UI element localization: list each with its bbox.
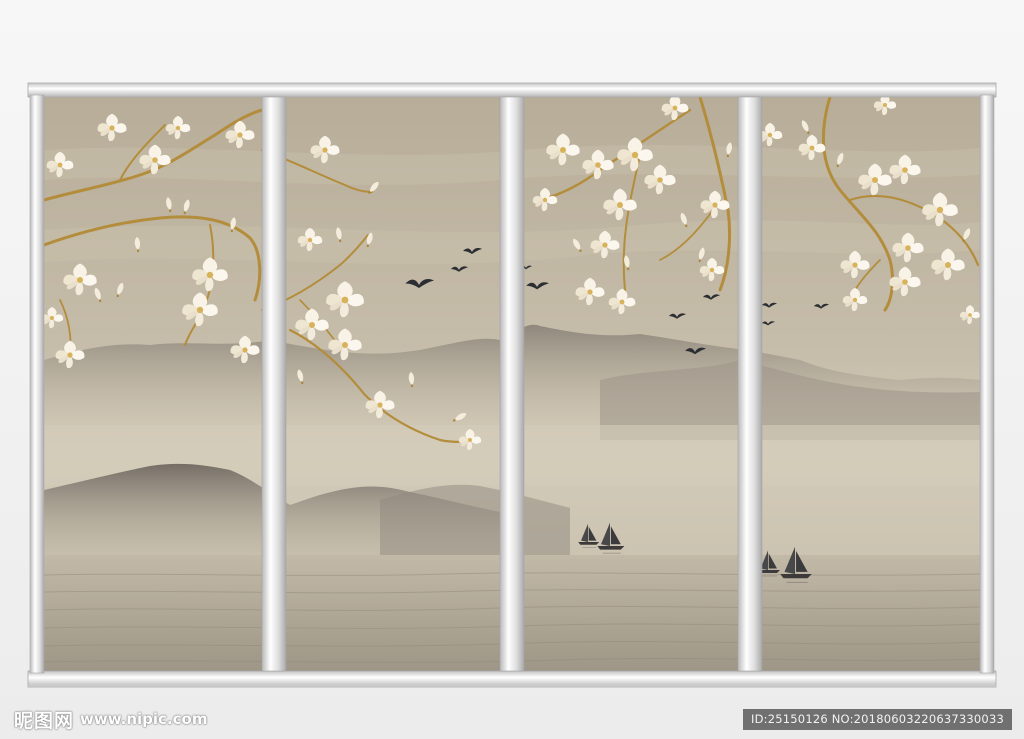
image-id-label: ID:25150126 NO:20180603220637330033 [743,709,1012,730]
window-mural-artwork [27,82,997,688]
watermark-url: www.nipic.com [80,710,208,728]
watermark-logo: 昵图网 www.nipic.com [14,707,208,732]
watermark-logo-text: 昵图网 [14,709,75,732]
